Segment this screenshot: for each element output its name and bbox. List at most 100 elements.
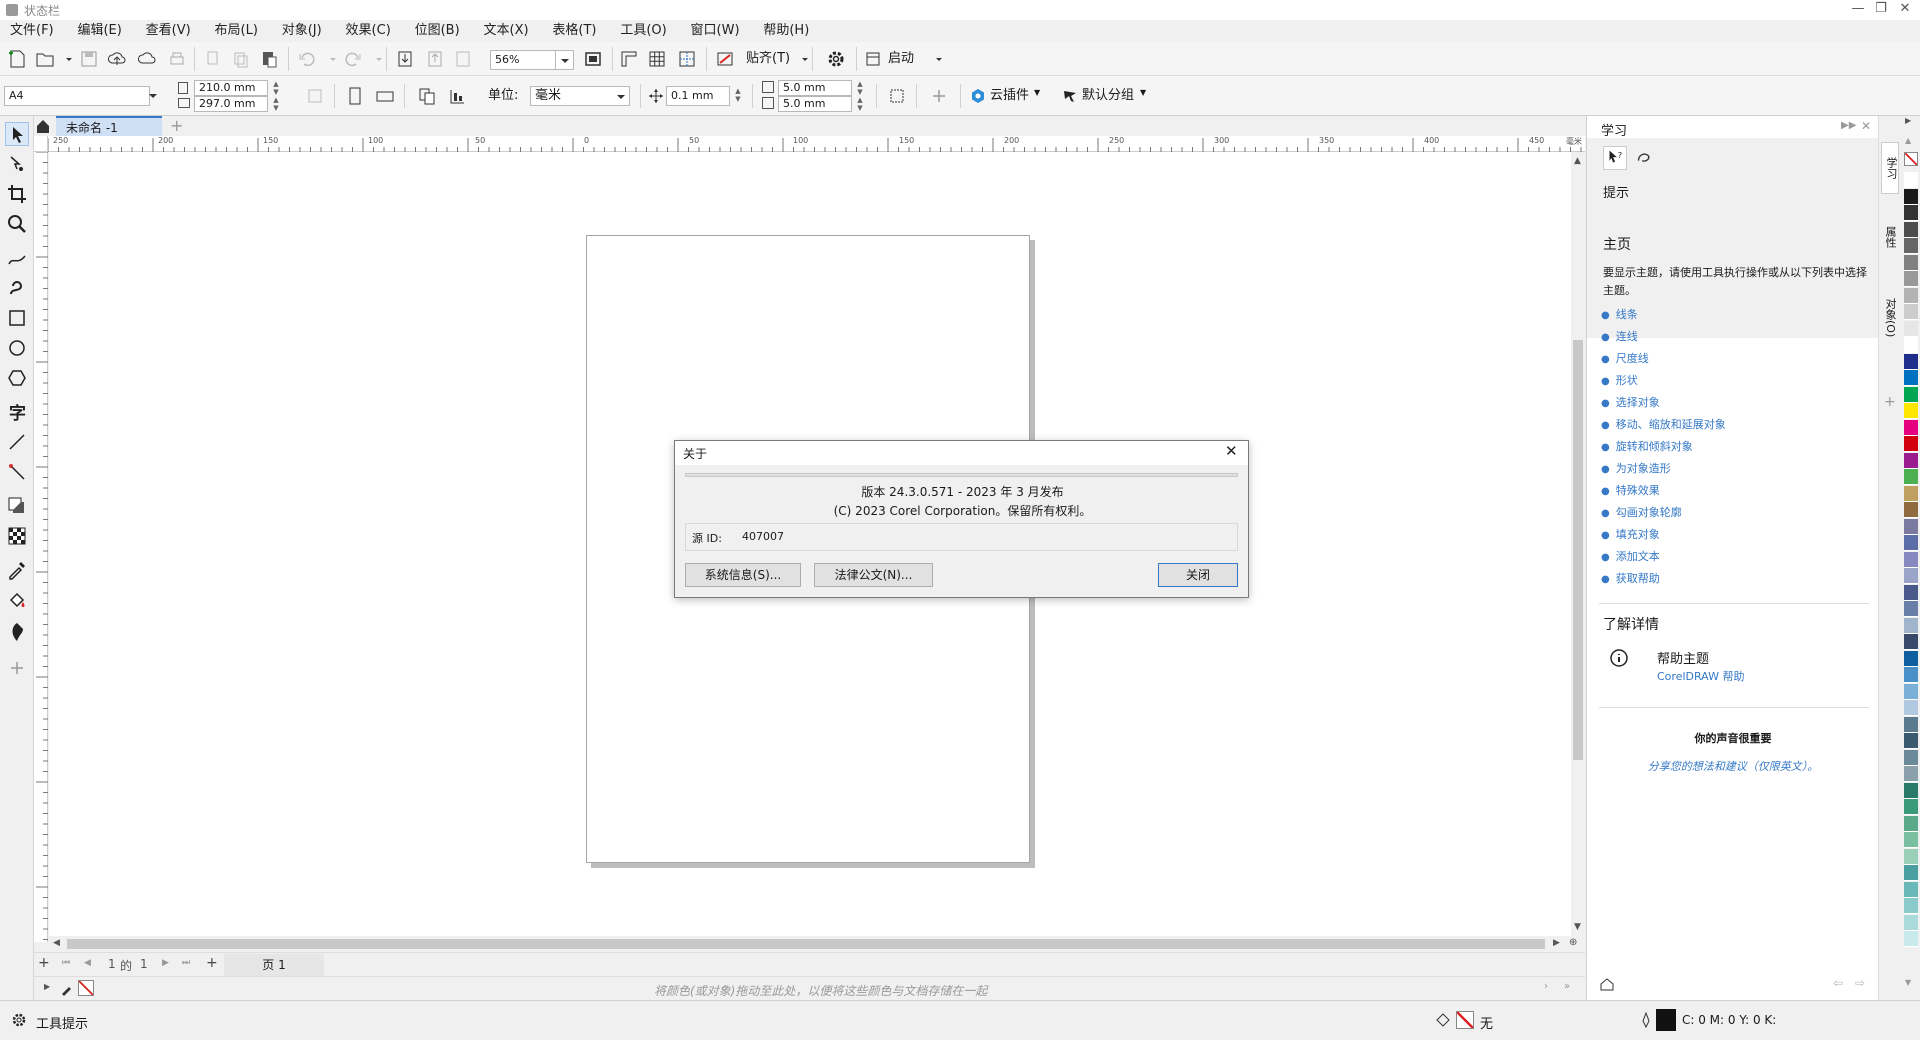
dialog-close-icon[interactable]: ✕ <box>1225 442 1238 460</box>
rectangle-tool-icon[interactable] <box>5 306 29 330</box>
palette-no-color-swatch[interactable] <box>1904 152 1918 166</box>
palette-swatch[interactable] <box>1904 914 1918 931</box>
paste-icon[interactable] <box>258 48 280 70</box>
treat-as-filled-icon[interactable] <box>886 85 908 107</box>
palette-swatch[interactable] <box>1904 485 1918 502</box>
palette-swatch[interactable] <box>1904 551 1918 568</box>
add-icon[interactable] <box>928 85 950 107</box>
redo-icon[interactable] <box>342 48 364 70</box>
palette-swatch[interactable] <box>1904 815 1918 832</box>
page-height-field[interactable]: 297.0 mm <box>194 96 268 112</box>
topic-item[interactable]: ● 勾画对象轮廓 <box>1601 504 1871 526</box>
menu-tools[interactable]: 工具(O) <box>610 20 676 42</box>
export-pdf-icon[interactable] <box>452 48 474 70</box>
palette-swatch[interactable] <box>1904 617 1918 634</box>
palette-swatch[interactable] <box>1904 271 1918 287</box>
undo-icon[interactable] <box>296 48 318 70</box>
unit-dropdown-icon[interactable] <box>616 91 626 101</box>
snap-off-icon[interactable] <box>714 48 736 70</box>
tab-document[interactable]: 未命名 -1 <box>56 116 162 136</box>
eyedropper-tool-icon[interactable] <box>5 558 29 582</box>
artistic-media-tool-icon[interactable] <box>5 276 29 300</box>
palette-swatch[interactable] <box>1904 782 1918 799</box>
all-pages-icon[interactable] <box>304 85 326 107</box>
home-icon[interactable] <box>34 116 52 136</box>
duplicate-y-field[interactable]: 5.0 mm <box>778 96 852 112</box>
topic-item[interactable]: ● 获取帮助 <box>1601 570 1871 592</box>
vertical-scrollbar[interactable]: ▲ ▼ <box>1571 152 1585 936</box>
menu-bitmaps[interactable]: 位图(B) <box>405 20 470 42</box>
palette-scroll-right-icon[interactable]: › <box>1544 981 1548 992</box>
zoom-fit-icon[interactable]: ⊕ <box>1569 937 1577 948</box>
horizontal-scrollbar[interactable]: ◀ ▶ ⊕ <box>49 936 1585 952</box>
palette-swatch[interactable] <box>1904 403 1918 419</box>
page-width-field[interactable]: 210.0 mm <box>194 80 268 96</box>
palette-swatch[interactable] <box>1904 535 1918 551</box>
docker-close-icon[interactable]: ✕ <box>1861 119 1871 133</box>
palette-swatch[interactable] <box>1904 733 1918 749</box>
palette-swatch[interactable] <box>1904 452 1918 469</box>
palette-swatch[interactable] <box>1904 238 1918 254</box>
ruler-origin[interactable] <box>34 136 48 152</box>
topic-item[interactable]: ● 连线 <box>1601 328 1871 350</box>
palette-swatch[interactable] <box>1904 337 1918 353</box>
next-page-icon[interactable]: ▶ <box>162 958 169 968</box>
new-document-icon[interactable] <box>6 48 28 70</box>
ellipse-tool-icon[interactable] <box>5 336 29 360</box>
topic-item[interactable]: ● 尺度线 <box>1601 350 1871 372</box>
page-size-dropdown-icon[interactable] <box>148 90 158 100</box>
polygon-tool-icon[interactable] <box>5 366 29 390</box>
horizontal-scroll-thumb[interactable] <box>67 939 1545 949</box>
all-pages-layout-icon[interactable] <box>416 85 438 107</box>
cut-icon[interactable] <box>202 48 224 70</box>
tab-properties[interactable]: 属性 <box>1881 208 1899 270</box>
zoom-tool-icon[interactable] <box>5 212 29 236</box>
palette-menu-icon[interactable]: ▶ <box>1905 116 1911 125</box>
crop-tool-icon[interactable] <box>5 182 29 206</box>
menu-help[interactable]: 帮助(H) <box>753 20 819 42</box>
palette-swatch[interactable] <box>1904 832 1918 848</box>
interactive-fill-tool-icon[interactable] <box>5 588 29 612</box>
last-page-icon[interactable]: ⏭ <box>182 958 190 968</box>
export-icon[interactable] <box>424 48 446 70</box>
palette-swatch[interactable] <box>1904 254 1918 271</box>
undo-dropdown-icon[interactable] <box>322 48 336 70</box>
hints-pointer-icon[interactable]: ? <box>1603 146 1627 170</box>
menu-window[interactable]: 窗口(W) <box>681 20 750 42</box>
cloud-sync-icon[interactable] <box>136 48 158 70</box>
docker-back-icon[interactable]: ⇦ <box>1833 976 1843 990</box>
duplicate-x-field[interactable]: 5.0 mm <box>778 80 852 96</box>
scroll-right-icon[interactable]: ▶ <box>1553 938 1560 948</box>
show-rulers-icon[interactable] <box>618 48 640 70</box>
palette-swatch[interactable] <box>1904 799 1918 815</box>
palette-swatch[interactable] <box>1904 172 1918 188</box>
palette-swatch[interactable] <box>1904 419 1918 436</box>
new-tab-icon[interactable]: + <box>170 116 183 135</box>
palette-swatch[interactable] <box>1904 881 1918 898</box>
palette-expand-icon[interactable]: ▶ <box>44 982 50 991</box>
palette-swatch[interactable] <box>1904 898 1918 914</box>
palette-swatch[interactable] <box>1904 601 1918 617</box>
docker-home-icon[interactable] <box>1599 976 1615 992</box>
palette-scroll-down-icon[interactable]: ▼ <box>1905 978 1911 987</box>
palette-swatch[interactable] <box>1904 700 1918 716</box>
topic-item[interactable]: ● 填充对象 <box>1601 526 1871 548</box>
palette-swatch[interactable] <box>1904 188 1918 205</box>
palette-swatch[interactable] <box>1904 386 1918 403</box>
menu-edit[interactable]: 编辑(E) <box>67 20 131 42</box>
docker-forward-icon[interactable]: ⇨ <box>1855 976 1865 990</box>
palette-swatch[interactable] <box>1904 287 1918 304</box>
topic-item[interactable]: ● 形状 <box>1601 372 1871 394</box>
palette-swatch[interactable] <box>1904 848 1918 865</box>
launch-dropdown-icon[interactable] <box>928 48 942 70</box>
tab-learn[interactable]: 学习 <box>1881 142 1899 194</box>
outline-color-swatch[interactable] <box>1656 1009 1676 1031</box>
show-grid-icon[interactable] <box>646 48 668 70</box>
palette-swatch[interactable] <box>1904 568 1918 584</box>
vertical-ruler[interactable] <box>34 151 48 942</box>
full-screen-icon[interactable] <box>582 48 604 70</box>
legal-notices-button[interactable]: 法律公文(N)... <box>814 563 933 587</box>
menu-layout[interactable]: 布局(L) <box>205 20 268 42</box>
palette-swatch[interactable] <box>1904 469 1918 485</box>
palette-swatch[interactable] <box>1904 518 1918 535</box>
